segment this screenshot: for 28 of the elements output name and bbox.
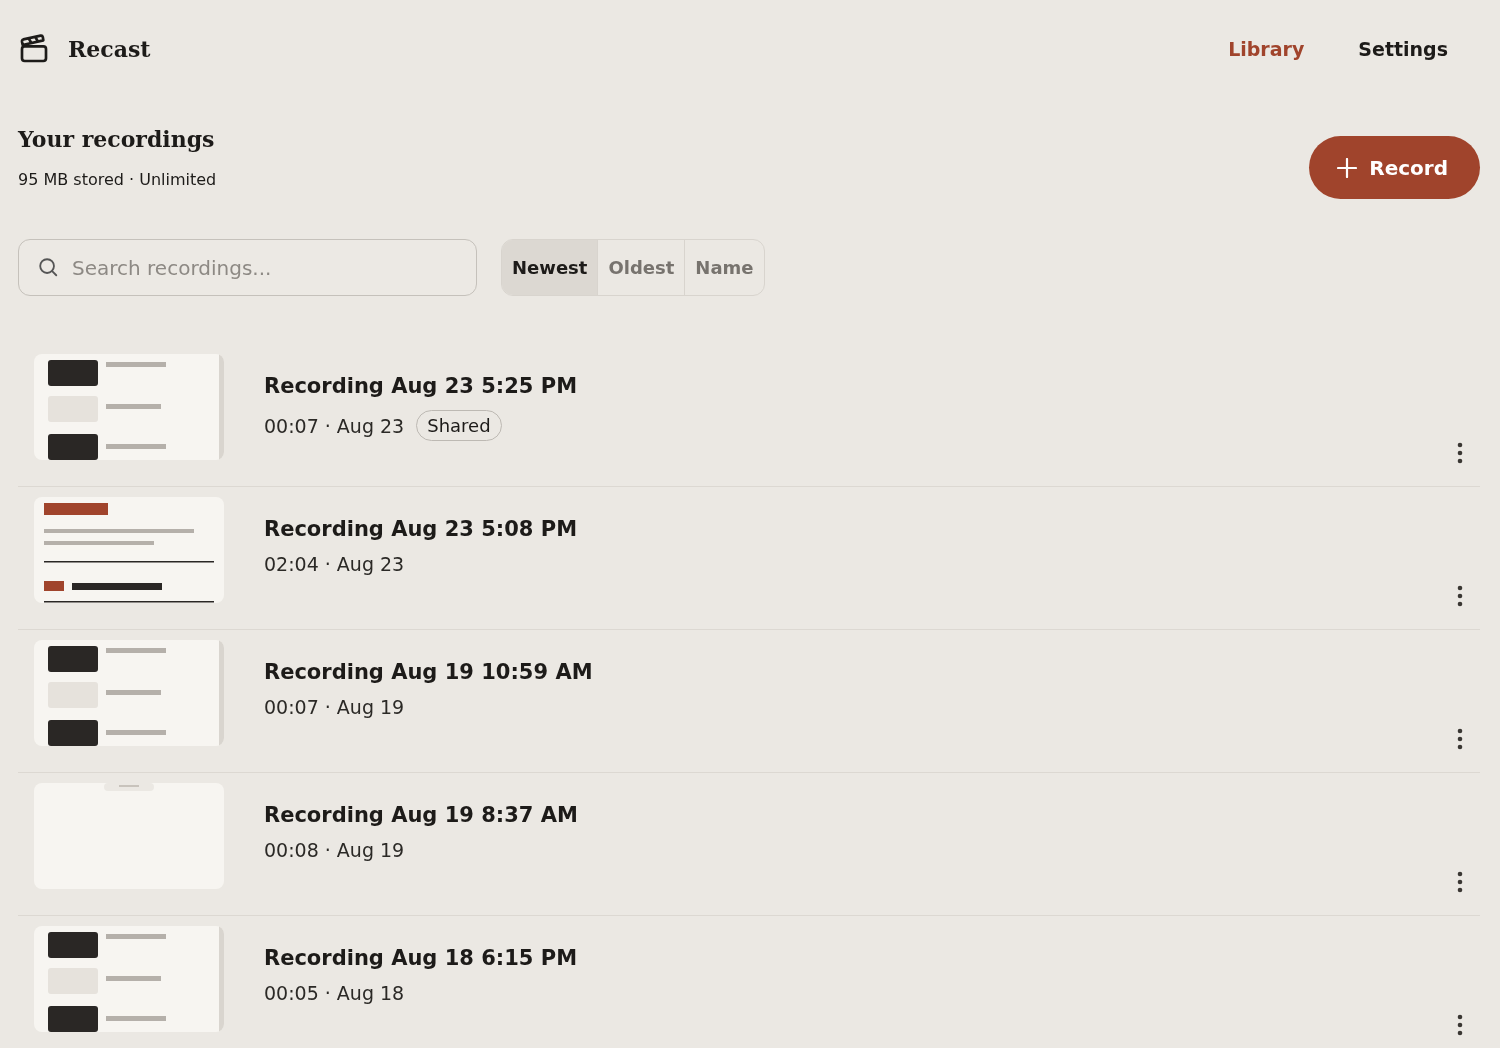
record-button[interactable]: Record bbox=[1309, 136, 1480, 199]
recording-meta: 00:07 · Aug 23 bbox=[264, 414, 405, 437]
recording-title[interactable]: Recording Aug 19 8:37 AM bbox=[264, 803, 1400, 827]
nav-link[interactable]: Settings bbox=[1358, 38, 1448, 60]
recording-title[interactable]: Recording Aug 23 5:25 PM bbox=[264, 374, 1400, 398]
recording-meta: 02:04 · Aug 23 bbox=[264, 553, 405, 575]
sort-option[interactable]: Name bbox=[684, 240, 764, 295]
storage-summary: 95 MB stored · Unlimited bbox=[18, 170, 217, 189]
recording-title[interactable]: Recording Aug 18 6:15 PM bbox=[264, 946, 1400, 970]
recording-title[interactable]: Recording Aug 23 5:08 PM bbox=[264, 517, 1400, 541]
more-options-icon bbox=[1457, 585, 1463, 607]
search-field[interactable]: Search recordings... bbox=[18, 239, 477, 296]
plus-icon bbox=[1337, 157, 1358, 178]
more-options-icon bbox=[1457, 442, 1463, 464]
app-name: Recast bbox=[68, 36, 151, 62]
sort-option[interactable]: Oldest bbox=[597, 240, 685, 295]
clapperboard-icon bbox=[18, 33, 50, 65]
recording-meta: 00:07 · Aug 19 bbox=[264, 696, 405, 718]
more-options-icon bbox=[1457, 1014, 1463, 1036]
page-title: Your recordings bbox=[18, 126, 216, 152]
recording-meta: 00:05 · Aug 18 bbox=[264, 982, 405, 1004]
sort-option[interactable]: Newest bbox=[502, 240, 598, 295]
search-icon bbox=[37, 256, 59, 278]
recording-meta: 00:08 · Aug 19 bbox=[264, 839, 405, 861]
recording-title[interactable]: Recording Aug 19 10:59 AM bbox=[264, 660, 1400, 684]
more-options-icon bbox=[1457, 871, 1463, 893]
more-options-icon bbox=[1457, 728, 1463, 750]
nav-link[interactable]: Library bbox=[1228, 38, 1305, 60]
